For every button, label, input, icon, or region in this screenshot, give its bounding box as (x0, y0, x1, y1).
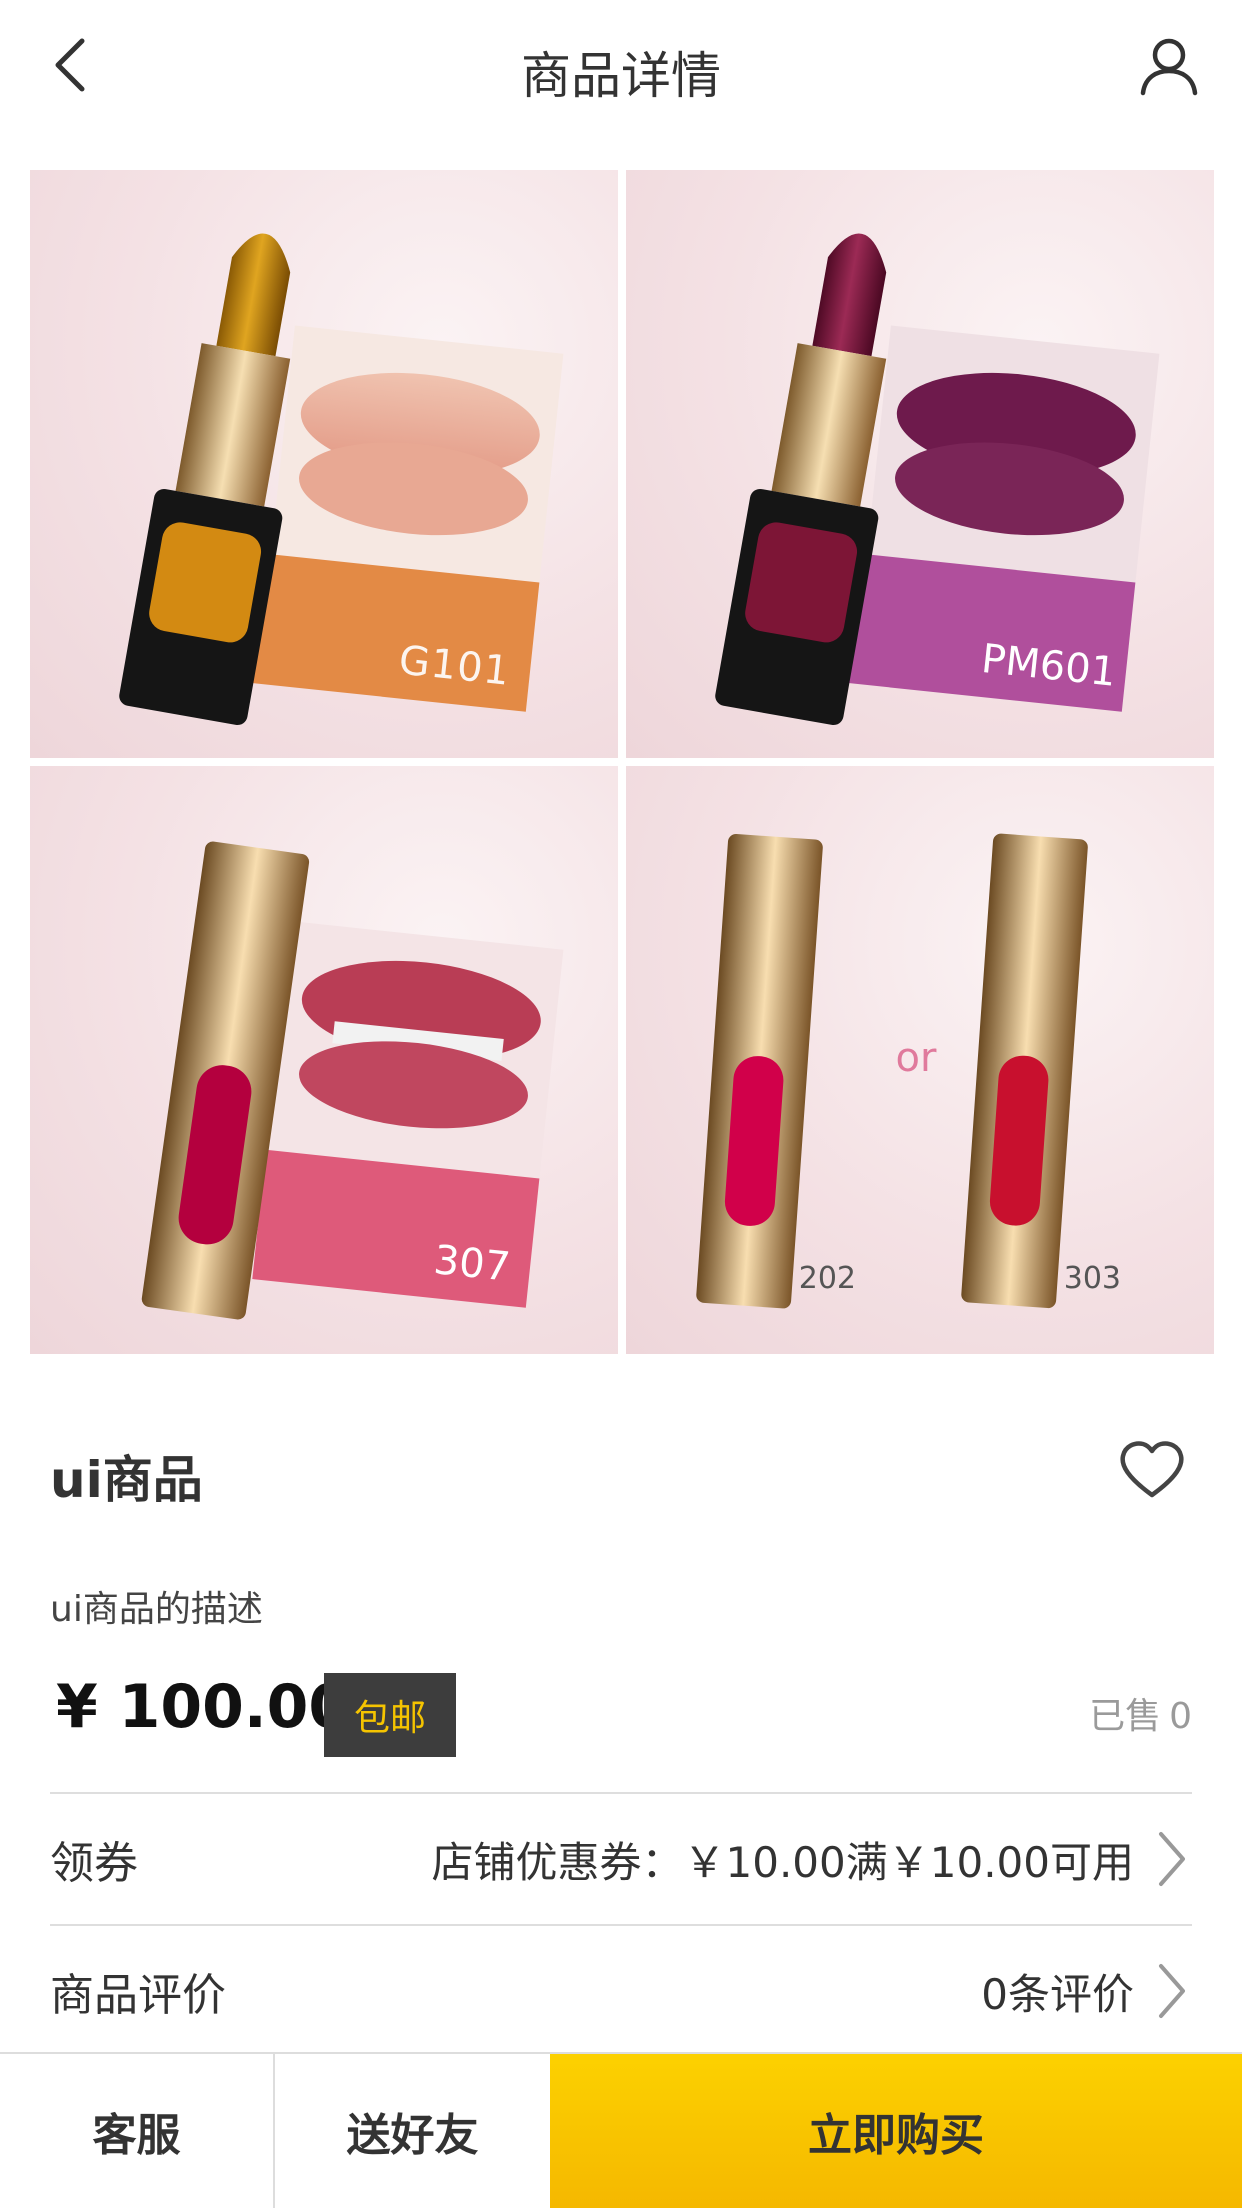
lipstick-plum-illustration: PM601 (715, 233, 1160, 726)
swatch-label: 307 (432, 1237, 513, 1291)
top-nav-bar: 商品详情 (0, 0, 1242, 150)
product-image-pm601[interactable]: PM601 (626, 170, 1214, 758)
user-icon (1140, 38, 1198, 96)
reviews-row[interactable]: 商品评价 0条评价 (50, 1926, 1192, 2056)
chevron-right-icon (1152, 1961, 1192, 2021)
reviews-label: 商品评价 (50, 1970, 226, 2021)
favorite-button[interactable] (1112, 1430, 1192, 1510)
product-name: ui商品 (50, 1451, 203, 1509)
send-to-friend-button[interactable]: 送好友 (275, 2054, 550, 2208)
bottom-action-bar: 客服 送好友 立即购买 (0, 2052, 1242, 2208)
coupon-label: 领券 (50, 1838, 138, 1889)
user-profile-button[interactable] (1134, 30, 1204, 100)
sold-label: 已售 (1089, 1696, 1162, 1737)
sold-number: 0 (1169, 1696, 1192, 1737)
product-image-g101[interactable]: G101 (30, 170, 618, 758)
or-label: or (896, 1035, 937, 1081)
chevron-right-icon (1152, 1829, 1192, 1889)
free-shipping-badge: 包邮 (324, 1673, 456, 1757)
page-title: 商品详情 (521, 47, 721, 105)
heart-outline-icon (1120, 1441, 1184, 1498)
product-price: ¥ 100.00 (56, 1672, 351, 1742)
product-image-202-303[interactable]: or 202 303 (626, 766, 1214, 1354)
shade-label-left: 202 (799, 1261, 856, 1296)
sold-count: 已售 0 (1081, 1687, 1192, 1739)
coupon-row[interactable]: 领券 店铺优惠券：￥10.00满￥10.00可用 (50, 1794, 1192, 1924)
lipgloss-pair-illustration: or 202 303 (696, 833, 1121, 1309)
reviews-value: 0条评价 (981, 1969, 1134, 2019)
lipstick-gold-illustration: G101 (119, 233, 564, 726)
product-image-gallery[interactable]: G101 PM601 307 or 202 303 (30, 170, 1214, 1354)
lipgloss-307-illustration: 307 (141, 841, 564, 1320)
buy-now-button[interactable]: 立即购买 (550, 2054, 1242, 2208)
shade-label-right: 303 (1064, 1261, 1121, 1296)
product-image-307[interactable]: 307 (30, 766, 618, 1354)
coupon-value: 店铺优惠券：￥10.00满￥10.00可用 (431, 1837, 1134, 1887)
customer-service-button[interactable]: 客服 (0, 2054, 275, 2208)
product-description: ui商品的描述 (50, 1589, 263, 1630)
